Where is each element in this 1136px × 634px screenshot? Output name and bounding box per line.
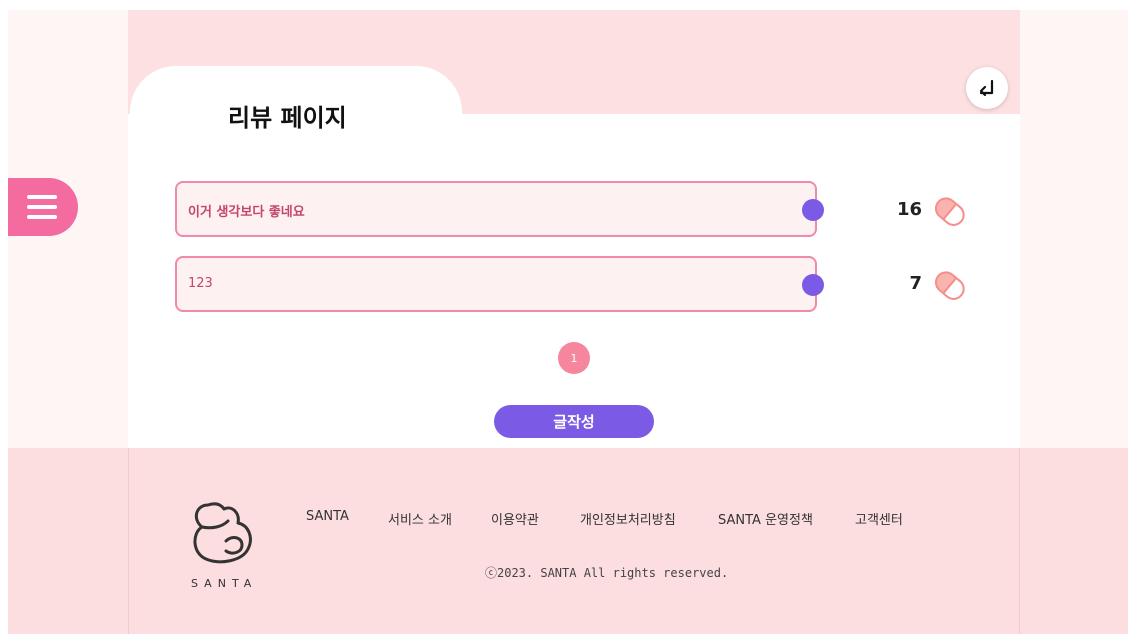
like-count: 16 xyxy=(896,199,922,220)
review-item[interactable]: 이거 생각보다 좋네요 xyxy=(175,181,824,237)
page-title: 리뷰 페이지 xyxy=(228,104,347,132)
like-count: 7 xyxy=(909,273,922,294)
footer-link-terms[interactable]: 이용약관 xyxy=(491,509,539,528)
footer-link-service-intro[interactable]: 서비스 소개 xyxy=(388,509,452,528)
return-arrow-icon xyxy=(979,79,994,97)
write-button[interactable]: 글작성 xyxy=(494,405,654,438)
review-text: 123 xyxy=(188,276,213,291)
footer-link-policy[interactable]: SANTA 운영정책 xyxy=(718,509,813,528)
review-text: 이거 생각보다 좋네요 xyxy=(188,205,305,220)
footer-divider xyxy=(1019,448,1020,634)
review-toggle[interactable] xyxy=(802,274,824,296)
review-toggle[interactable] xyxy=(802,199,824,221)
footer-link-santa[interactable]: SANTA xyxy=(306,509,349,524)
pill-like-icon[interactable] xyxy=(926,188,972,234)
footer xyxy=(8,448,1128,634)
pagination-page-button[interactable]: 1 xyxy=(558,342,590,374)
logo-wordmark: SANTA xyxy=(191,577,258,590)
footer-divider xyxy=(128,448,129,634)
review-item[interactable]: 123 xyxy=(175,256,824,312)
footer-link-privacy[interactable]: 개인정보처리방침 xyxy=(580,509,676,528)
back-button[interactable] xyxy=(966,67,1008,109)
santa-logo-icon xyxy=(193,502,252,564)
footer-link-support[interactable]: 고객센터 xyxy=(855,509,903,528)
hamburger-menu-icon xyxy=(27,195,57,219)
menu-button[interactable] xyxy=(8,178,78,236)
pill-like-icon[interactable] xyxy=(926,262,972,308)
copyright: ⓒ2023. SANTA All rights reserved. xyxy=(485,566,729,580)
